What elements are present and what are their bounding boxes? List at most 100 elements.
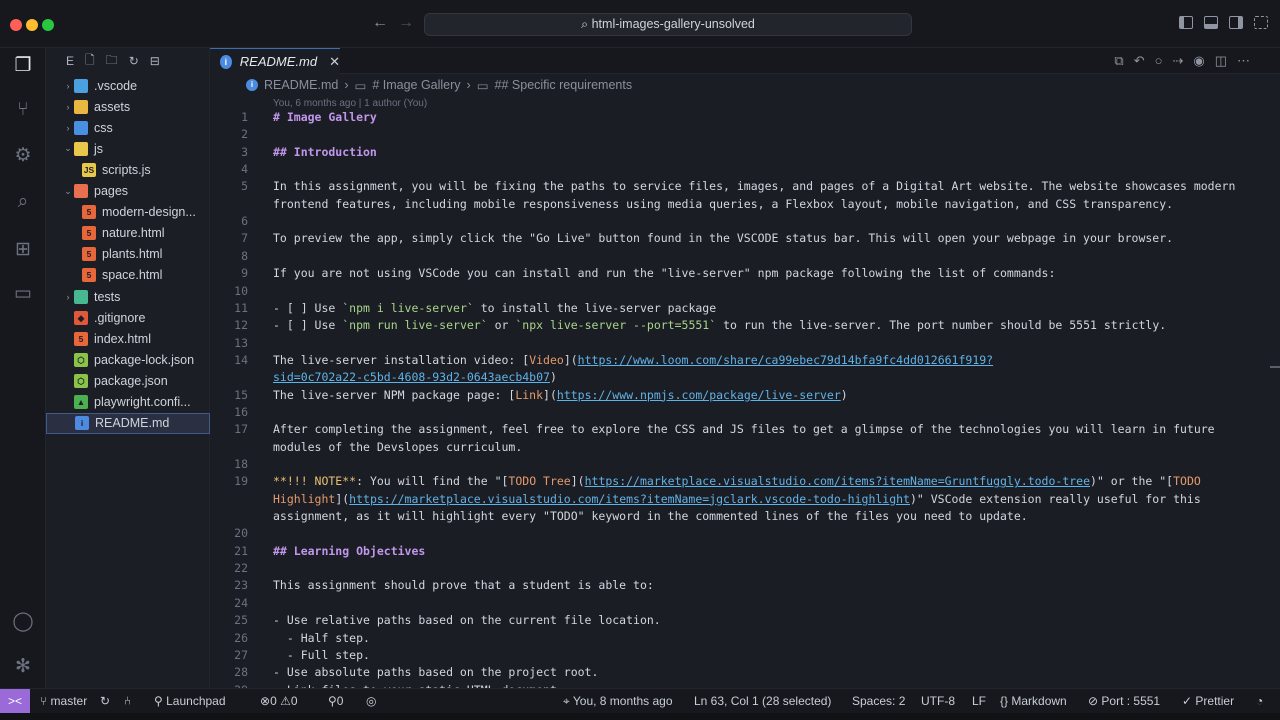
chevron-right-icon[interactable]: › <box>62 123 74 133</box>
code-line[interactable]: The live-server installation video: [Vid… <box>273 353 993 367</box>
folder-item-css[interactable]: › css <box>46 117 210 138</box>
search-view-icon[interactable]: ⌕ <box>11 190 35 214</box>
code-link[interactable]: https://marketplace.visualstudio.com/ite… <box>585 474 1090 488</box>
chevron-right-icon[interactable]: › <box>62 81 74 91</box>
toggle-primary-sidebar-icon[interactable] <box>1179 16 1193 29</box>
code-line[interactable]: - [ ] Use `npm run live-server` or `npx … <box>273 318 1166 332</box>
code-line[interactable]: sid=0c702a22-c5bd-4608-93d2-0643aecb4b07… <box>273 370 557 384</box>
next-change-icon[interactable]: ⇢ <box>1172 53 1183 69</box>
breadcrumb-file[interactable]: README.md <box>264 78 338 92</box>
codelens-blame[interactable]: You, 6 months ago | 1 author (You) <box>273 98 427 109</box>
check-circle-icon[interactable]: ◎ <box>366 694 376 708</box>
command-center-search[interactable]: ⌕ html-images-gallery-unsolved <box>424 13 912 36</box>
remote-explorer-icon[interactable]: ▭ <box>11 282 35 306</box>
code-line[interactable]: ## Introduction <box>273 145 377 159</box>
refresh-icon[interactable]: ↻ <box>129 54 139 68</box>
go-back-change-icon[interactable]: ↶ <box>1134 53 1145 69</box>
sync-icon[interactable]: ↻ <box>100 694 110 708</box>
code-line[interactable]: Highlight](https://marketplace.visualstu… <box>273 492 1201 506</box>
file-item-scripts-js[interactable]: JS scripts.js <box>46 159 210 180</box>
notifications-bell-icon[interactable]: ◔ <box>1256 694 1263 708</box>
code-line[interactable]: After completing the assignment, feel fr… <box>273 422 1215 436</box>
open-preview-icon[interactable]: ⧉ <box>1114 53 1123 69</box>
launchpad-status[interactable]: ⚲ Launchpad <box>154 694 226 708</box>
code-link[interactable]: https://marketplace.visualstudio.com/ite… <box>349 492 910 506</box>
code-line[interactable]: ## Learning Objectives <box>273 544 425 558</box>
prettier-status[interactable]: ✓ Prettier <box>1182 694 1234 708</box>
code-line[interactable]: assignment, as it will highlight every "… <box>273 509 1028 523</box>
chevron-down-icon[interactable]: ⌄ <box>62 186 74 197</box>
folder-item-tests[interactable]: › tests <box>46 286 210 307</box>
breadcrumb-heading-2[interactable]: ## Specific requirements <box>495 78 633 92</box>
forward-arrow-icon[interactable]: → <box>398 14 414 32</box>
toggle-panel-icon[interactable] <box>1204 16 1218 29</box>
git-lens-icon[interactable]: ◉ <box>1193 53 1204 69</box>
account-icon[interactable]: ◯ <box>11 610 35 634</box>
tab-readme[interactable]: i README.md ✕ <box>210 48 340 74</box>
minimize-window-button[interactable] <box>26 19 38 31</box>
code-line[interactable]: This assignment should prove that a stud… <box>273 578 654 592</box>
live-server-status[interactable]: ⊘ Port : 5551 <box>1088 694 1160 708</box>
toggle-secondary-sidebar-icon[interactable] <box>1229 16 1243 29</box>
code-line[interactable]: # Image Gallery <box>273 110 377 124</box>
code-line[interactable]: If you are not using VSCode you can inst… <box>273 266 1055 280</box>
code-line[interactable]: The live-server NPM package page: [Link]… <box>273 388 848 402</box>
eol-status[interactable]: LF <box>972 694 986 708</box>
back-arrow-icon[interactable]: ← <box>372 14 388 32</box>
collapse-all-icon[interactable]: ⊟ <box>150 54 160 68</box>
new-file-icon[interactable]: 🗋 <box>85 51 95 72</box>
explorer-icon[interactable]: ❐ <box>11 54 35 78</box>
code-line[interactable]: - Half step. <box>273 631 370 645</box>
breadcrumb-heading-1[interactable]: # Image Gallery <box>372 78 460 92</box>
file-item-index-html[interactable]: 5 index.html <box>46 328 210 349</box>
code-link[interactable]: sid=0c702a22-c5bd-4608-93d2-0643aecb4b07 <box>273 370 550 384</box>
close-tab-icon[interactable]: ✕ <box>329 54 340 70</box>
file-item-space-html[interactable]: 5 space.html <box>46 265 210 286</box>
file-item-package-json[interactable]: ⬡ package.json <box>46 370 210 391</box>
file-item-modern-design[interactable]: 5 modern-design... <box>46 202 210 223</box>
folder-item-pages[interactable]: ⌄ pages <box>46 181 210 202</box>
folder-item-vscode[interactable]: › .vscode <box>46 75 210 96</box>
indentation-status[interactable]: Spaces: 2 <box>852 694 905 708</box>
split-editor-icon[interactable]: ◫ <box>1215 53 1227 69</box>
close-window-button[interactable] <box>10 19 22 31</box>
chevron-down-icon[interactable]: ⌄ <box>62 143 74 154</box>
encoding-status[interactable]: UTF-8 <box>921 694 955 708</box>
folder-item-assets[interactable]: › assets <box>46 96 210 117</box>
new-folder-icon[interactable]: 🗀 <box>106 51 118 72</box>
code-line[interactable]: - Use absolute paths based on the projec… <box>273 665 598 679</box>
code-line[interactable]: - Use relative paths based on the curren… <box>273 613 661 627</box>
source-control-icon[interactable]: ⑂ <box>11 98 35 122</box>
problems-status[interactable]: ⊗0 ⚠0 <box>260 694 298 708</box>
code-link[interactable]: https://www.loom.com/share/ca99ebec79d14… <box>578 353 993 367</box>
file-item-readme-md[interactable]: i README.md <box>46 412 210 434</box>
file-item-nature-html[interactable]: 5 nature.html <box>46 223 210 244</box>
code-line[interactable]: - [ ] Use `npm i live-server` to install… <box>273 301 716 315</box>
chevron-right-icon[interactable]: › <box>62 292 74 302</box>
file-item-package-lock-json[interactable]: ⬡ package-lock.json <box>46 349 210 370</box>
previous-change-icon[interactable]: ○ <box>1155 53 1163 69</box>
cursor-position[interactable]: Ln 63, Col 1 (28 selected) <box>694 694 831 708</box>
code-line[interactable]: **!!! NOTE**: You will find the "[TODO T… <box>273 474 1201 488</box>
code-line[interactable]: To preview the app, simply click the "Go… <box>273 231 1173 245</box>
scrollbar-marker[interactable] <box>1270 366 1280 368</box>
file-item-playwright-confi[interactable]: ▲ playwright.confi... <box>46 392 210 413</box>
code-line[interactable]: In this assignment, you will be fixing t… <box>273 179 1235 193</box>
language-status[interactable]: {} Markdown <box>1000 694 1067 708</box>
code-line[interactable]: frontend features, including mobile resp… <box>273 197 1173 211</box>
code-line[interactable]: modules of the Devslopes curriculum. <box>273 440 522 454</box>
file-item-gitignore[interactable]: ◆ .gitignore <box>46 307 210 328</box>
manage-gear-icon[interactable]: ✻ <box>11 655 35 679</box>
customize-layout-icon[interactable] <box>1254 16 1268 29</box>
code-line[interactable]: - Full step. <box>273 648 370 662</box>
zoom-window-button[interactable] <box>42 19 54 31</box>
more-actions-icon[interactable]: ⋯ <box>1237 53 1250 69</box>
remote-indicator[interactable]: >< <box>0 689 30 714</box>
file-item-plants-html[interactable]: 5 plants.html <box>46 244 210 265</box>
blame-status[interactable]: ⌖ You, 8 months ago <box>563 694 673 709</box>
chevron-right-icon[interactable]: › <box>62 102 74 112</box>
extensions-icon[interactable]: ⊞ <box>11 238 35 262</box>
git-graph-icon[interactable]: ⑃ <box>124 694 131 708</box>
folder-item-js[interactable]: ⌄ js <box>46 138 210 159</box>
run-debug-icon[interactable]: ⚙ <box>11 144 35 168</box>
